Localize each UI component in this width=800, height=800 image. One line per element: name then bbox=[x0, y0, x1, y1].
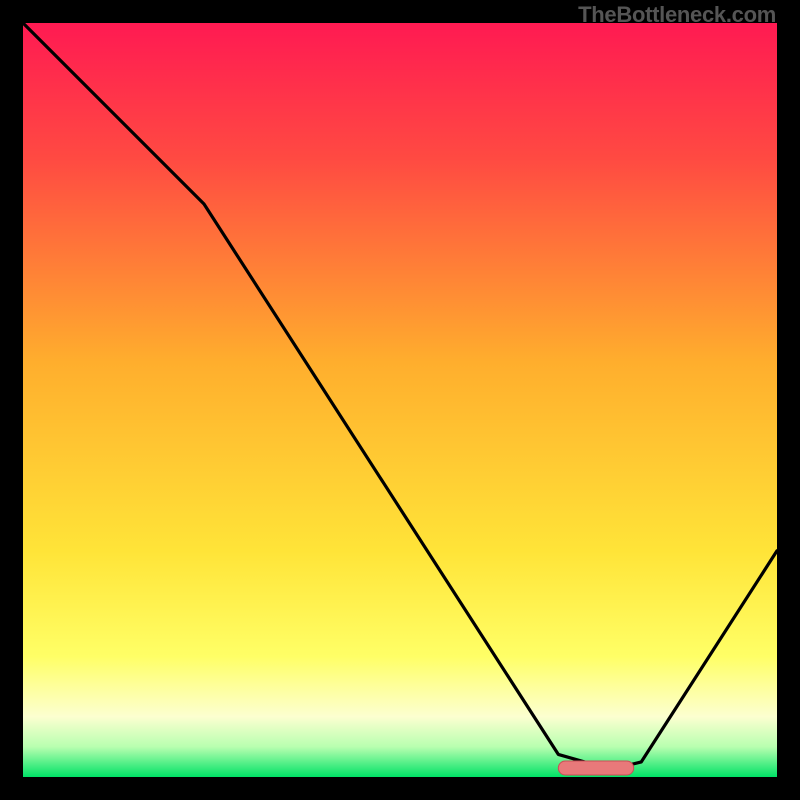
chart-frame bbox=[23, 23, 777, 777]
bottleneck-chart bbox=[23, 23, 777, 777]
optimal-range-marker bbox=[558, 761, 633, 775]
